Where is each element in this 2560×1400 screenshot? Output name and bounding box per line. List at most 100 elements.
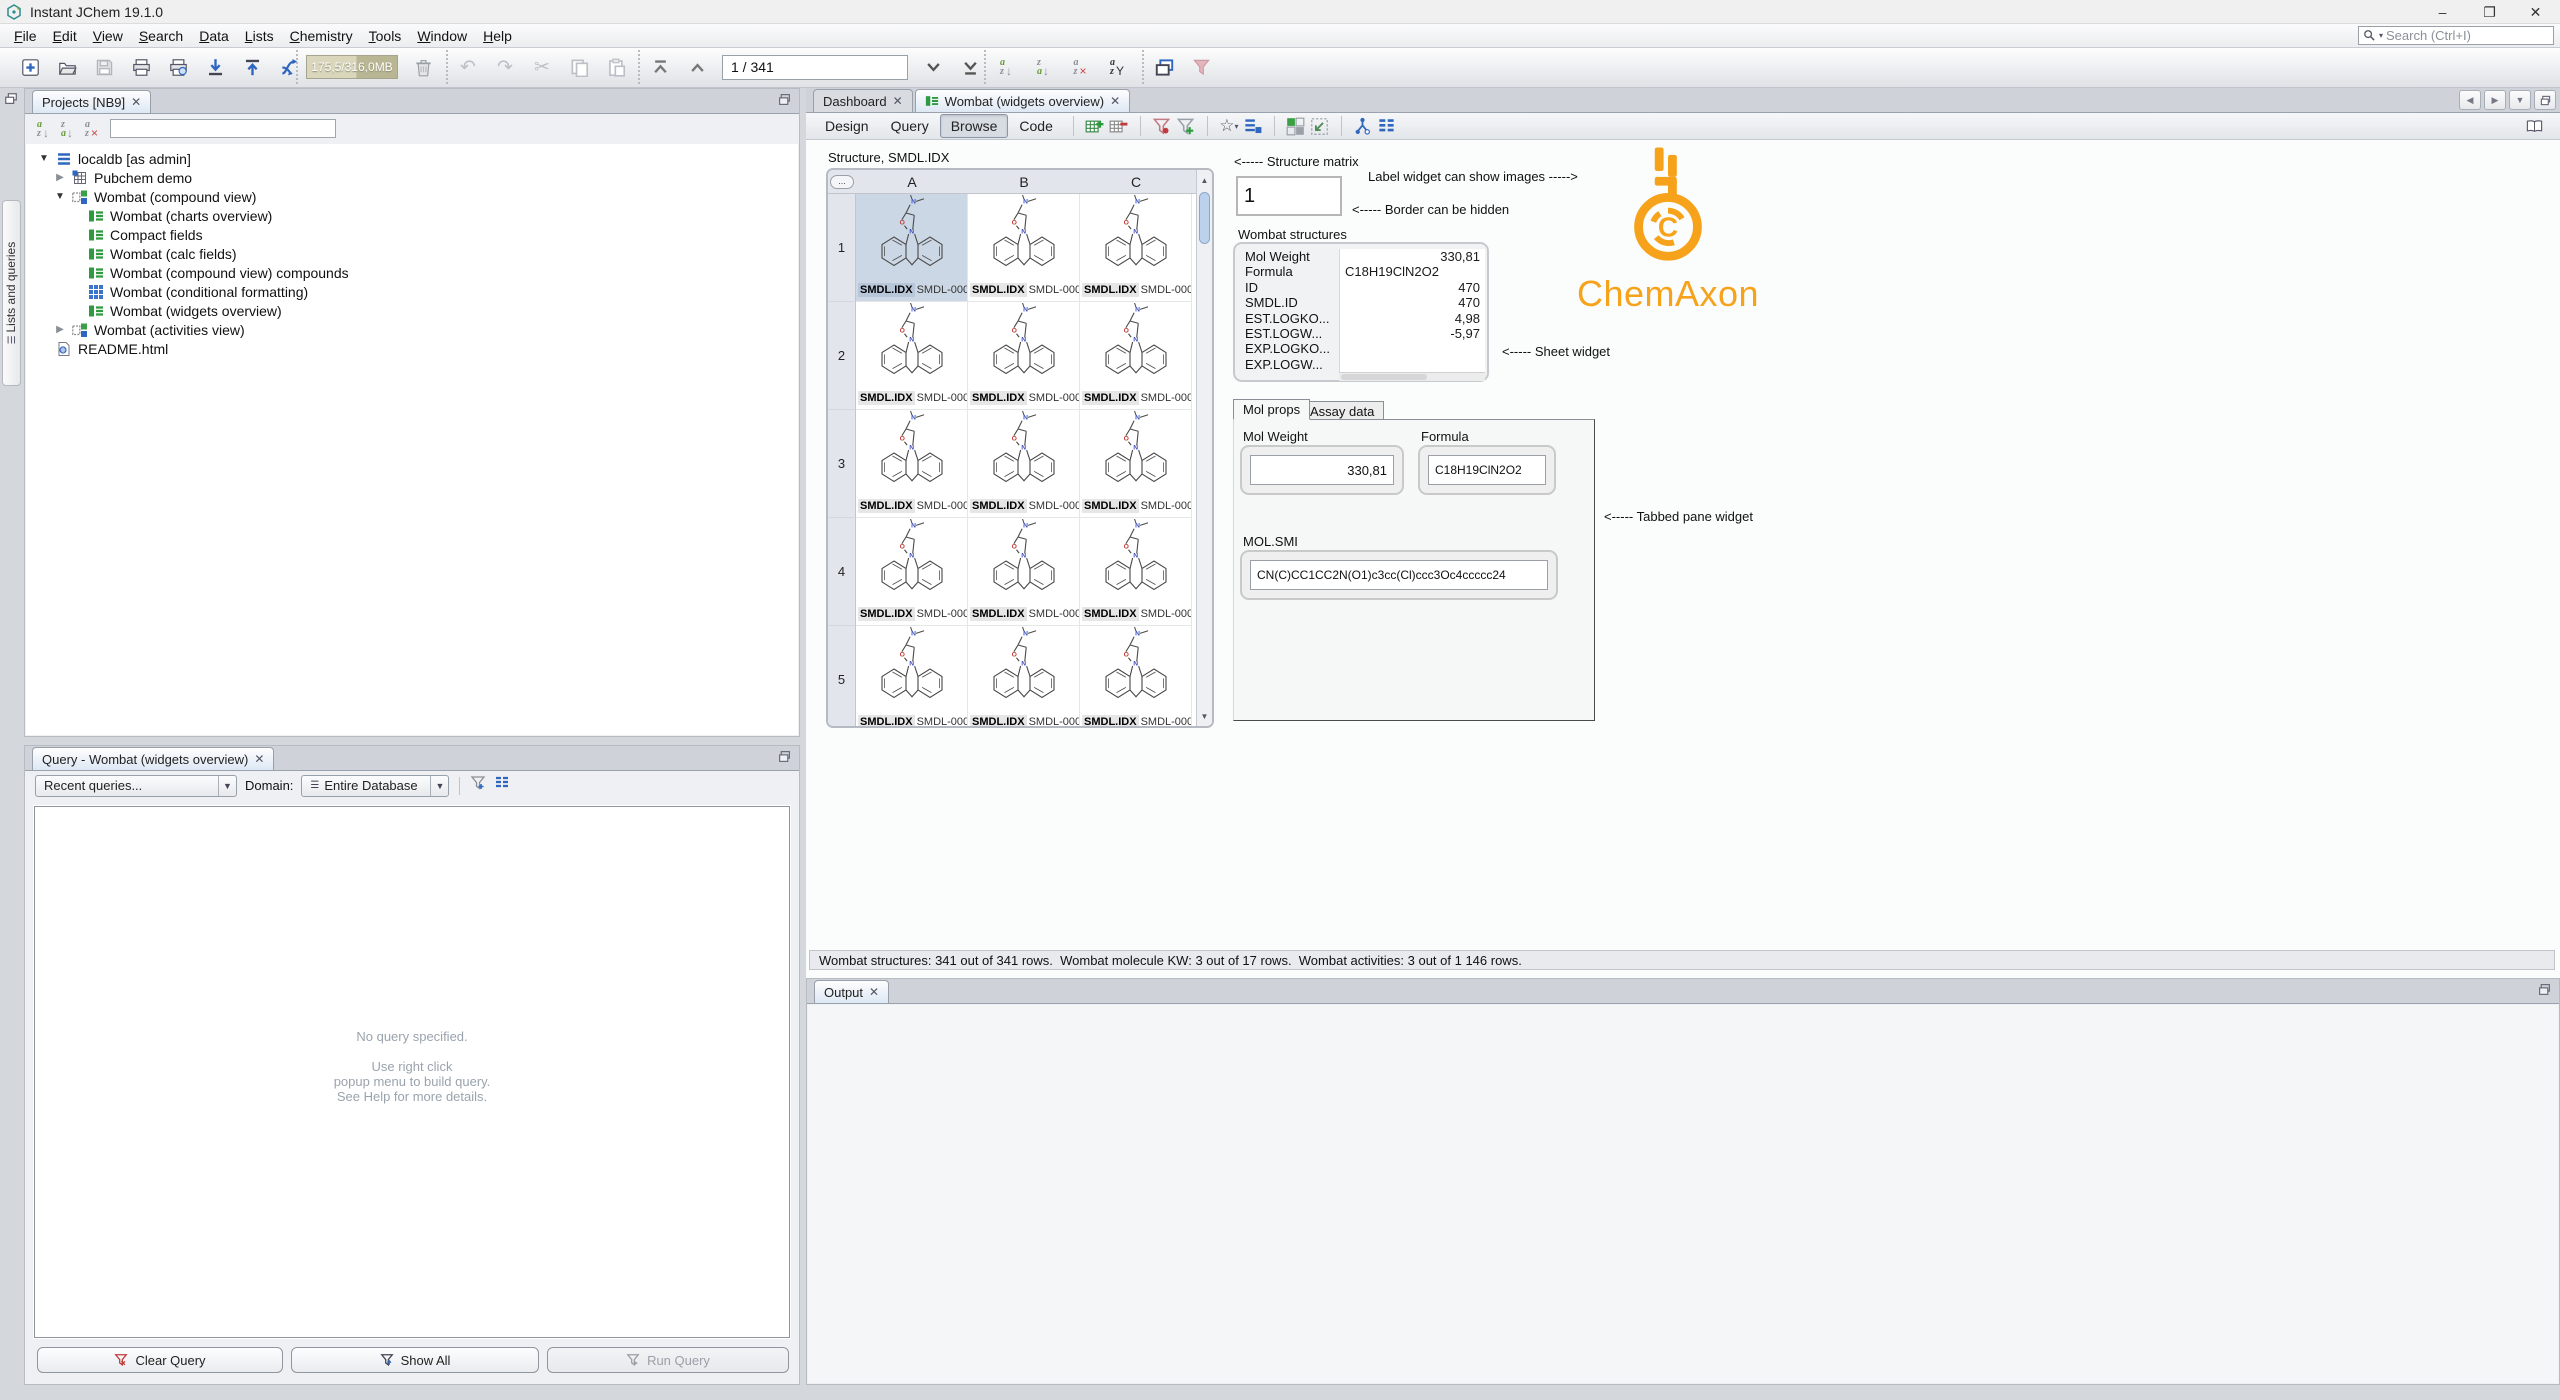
close-icon[interactable]: ✕ (869, 986, 879, 998)
maximize-window-icon[interactable] (2534, 90, 2556, 110)
collapsed-arrow-icon[interactable]: ▶ (54, 172, 66, 183)
tree-item-wombat-compound-view[interactable]: ▼ Wombat (compound view) (54, 187, 256, 206)
scrollbar-thumb[interactable] (1199, 192, 1210, 244)
mol-smi-field[interactable] (1250, 560, 1548, 590)
column-header-a[interactable]: A (856, 174, 968, 190)
matrix-row-header[interactable]: 2 (828, 302, 856, 410)
advanced-sort-icon[interactable]: azY (1105, 55, 1129, 79)
close-icon[interactable]: ✕ (893, 95, 903, 107)
matrix-cell-3A[interactable]: SMDL.IDXSMDL-00000 (856, 410, 968, 518)
matrix-row-header[interactable]: 3 (828, 410, 856, 518)
matrix-vertical-scrollbar[interactable]: ▲ ▼ (1196, 170, 1212, 726)
recent-queries-combo[interactable]: Recent queries... ▼ (35, 774, 237, 797)
print-preview-icon[interactable] (166, 55, 190, 79)
filter-status-icon[interactable] (1150, 114, 1174, 138)
query-fields-icon[interactable] (494, 775, 510, 796)
float-window-icon[interactable] (2538, 983, 2554, 999)
output-tab[interactable]: Output ✕ (814, 980, 890, 1003)
scroll-tabs-right-icon[interactable]: ▶ (2484, 90, 2506, 110)
sheet-widget[interactable]: Mol Weight 330,81 Formula C18H19ClN2O2 ID 4… (1233, 242, 1489, 382)
rail-windows-icon[interactable] (4, 92, 18, 111)
memory-indicator[interactable]: 175,5/316,0MB (306, 55, 398, 79)
menu-tools[interactable]: Tools (361, 26, 410, 46)
copy-icon[interactable] (567, 55, 591, 79)
matrix-cell-4B[interactable]: SMDL.IDXSMDL-00000 (968, 518, 1080, 626)
tree-item-charts-overview[interactable]: Wombat (charts overview) (88, 206, 272, 225)
menu-edit[interactable]: Edit (45, 26, 85, 46)
favorites-icon[interactable]: ☆ ▾ (1217, 114, 1241, 138)
scroll-down-icon[interactable]: ▼ (1197, 708, 1212, 724)
matrix-cell-1A[interactable]: SMDL.IDXSMDL-00000 (856, 194, 968, 302)
menu-data[interactable]: Data (191, 26, 237, 46)
last-record-icon[interactable] (958, 55, 982, 79)
structure-tools-icon[interactable] (1351, 114, 1375, 138)
clear-sort-icon[interactable]: a z × (1068, 55, 1092, 79)
menu-help[interactable]: Help (475, 26, 520, 46)
matrix-row-header[interactable]: 4 (828, 518, 856, 626)
matrix-cell-5C[interactable]: SMDL.IDXSMDL-00000 (1080, 626, 1192, 726)
wombat-widgets-overview-tab[interactable]: Wombat (widgets overview) ✕ (914, 89, 1131, 112)
quick-search[interactable]: ▾ Search (Ctrl+I) (2358, 26, 2554, 45)
query-builder-icon[interactable] (470, 775, 486, 796)
float-window-icon[interactable] (778, 93, 794, 109)
matrix-row-header[interactable]: 1 (828, 194, 856, 302)
tree-item-pubchem[interactable]: ▶ Pubchem demo (54, 168, 192, 187)
sort-descending-icon[interactable]: z a ↓ (61, 119, 73, 139)
domain-combo[interactable]: ☰ Entire Database ▼ (301, 774, 450, 797)
matrix-cell-3C[interactable]: SMDL.IDXSMDL-00000 (1080, 410, 1192, 518)
widgets-icon[interactable] (1284, 114, 1308, 138)
form-settings-icon[interactable] (1241, 114, 1265, 138)
sort-ascending-icon[interactable]: a z ↓ (37, 119, 49, 139)
menu-view[interactable]: View (85, 26, 131, 46)
open-icon[interactable] (55, 55, 79, 79)
tree-item-widgets-overview[interactable]: Wombat (widgets overview) (88, 301, 282, 320)
matrix-cell-5B[interactable]: SMDL.IDXSMDL-00000 (968, 626, 1080, 726)
sheet-horizontal-scrollbar[interactable] (1339, 372, 1485, 382)
projects-tab[interactable]: Projects [NB9] ✕ (32, 90, 152, 113)
structure-index-field[interactable] (1236, 176, 1342, 216)
next-record-icon[interactable] (921, 55, 945, 79)
expanded-arrow-icon[interactable]: ▼ (38, 153, 50, 164)
close-button[interactable]: ✕ (2513, 0, 2558, 24)
matrix-cell-2A[interactable]: SMDL.IDXSMDL-00000 (856, 302, 968, 410)
matrix-cell-2B[interactable]: SMDL.IDXSMDL-00000 (968, 302, 1080, 410)
scroll-tabs-left-icon[interactable]: ◀ (2459, 90, 2481, 110)
undo-icon[interactable]: ↶ (456, 55, 480, 79)
previous-record-icon[interactable] (685, 55, 709, 79)
tree-item-compound-view-compounds[interactable]: Wombat (compound view) compounds (88, 263, 349, 282)
column-header-b[interactable]: B (968, 174, 1080, 190)
code-mode-button[interactable]: Code (1008, 114, 1063, 138)
menu-lists[interactable]: Lists (237, 26, 282, 46)
first-record-icon[interactable] (648, 55, 672, 79)
matrix-cell-5A[interactable]: SMDL.IDXSMDL-00000 (856, 626, 968, 726)
matrix-cell-4C[interactable]: SMDL.IDXSMDL-00000 (1080, 518, 1192, 626)
restore-button[interactable]: ❐ (2467, 0, 2512, 24)
minimize-button[interactable]: – (2420, 0, 2465, 24)
query-canvas[interactable]: No query specified. Use right click popu… (34, 806, 790, 1338)
design-mode-button[interactable]: Design (814, 114, 880, 138)
resize-widget-icon[interactable] (1308, 114, 1332, 138)
tree-item-compact-fields[interactable]: Compact fields (88, 225, 203, 244)
add-filter-icon[interactable] (1174, 114, 1198, 138)
tree-item-localdb[interactable]: ▼ localdb [as admin] (38, 149, 191, 168)
window-mode-icon[interactable] (1152, 55, 1176, 79)
print-icon[interactable] (129, 55, 153, 79)
output-console[interactable] (808, 1005, 2558, 1383)
run-query-button[interactable]: Run Query (547, 1347, 789, 1373)
import-icon[interactable] (203, 55, 227, 79)
matrix-cell-1B[interactable]: SMDL.IDXSMDL-00000 (968, 194, 1080, 302)
close-icon[interactable]: ✕ (1110, 95, 1120, 107)
tree-item-activities-view[interactable]: ▶ Wombat (activities view) (54, 320, 245, 339)
mol-props-tab[interactable]: Mol props (1233, 399, 1311, 420)
matrix-cell-3B[interactable]: SMDL.IDXSMDL-00000 (968, 410, 1080, 518)
dashboard-tab[interactable]: Dashboard ✕ (813, 89, 913, 112)
matrix-cell-2C[interactable]: SMDL.IDXSMDL-00000 (1080, 302, 1192, 410)
matrix-cell-4A[interactable]: SMDL.IDXSMDL-00000 (856, 518, 968, 626)
grid-settings-icon[interactable] (1375, 114, 1399, 138)
matrix-row-header[interactable]: 5 (828, 626, 856, 726)
redo-icon[interactable]: ↷ (493, 55, 517, 79)
tree-item-calc-fields[interactable]: Wombat (calc fields) (88, 244, 237, 263)
clear-sort-icon[interactable]: a z × (85, 119, 98, 139)
collapsed-arrow-icon[interactable]: ▶ (54, 324, 66, 335)
query-tab[interactable]: Query - Wombat (widgets overview) ✕ (32, 747, 275, 770)
